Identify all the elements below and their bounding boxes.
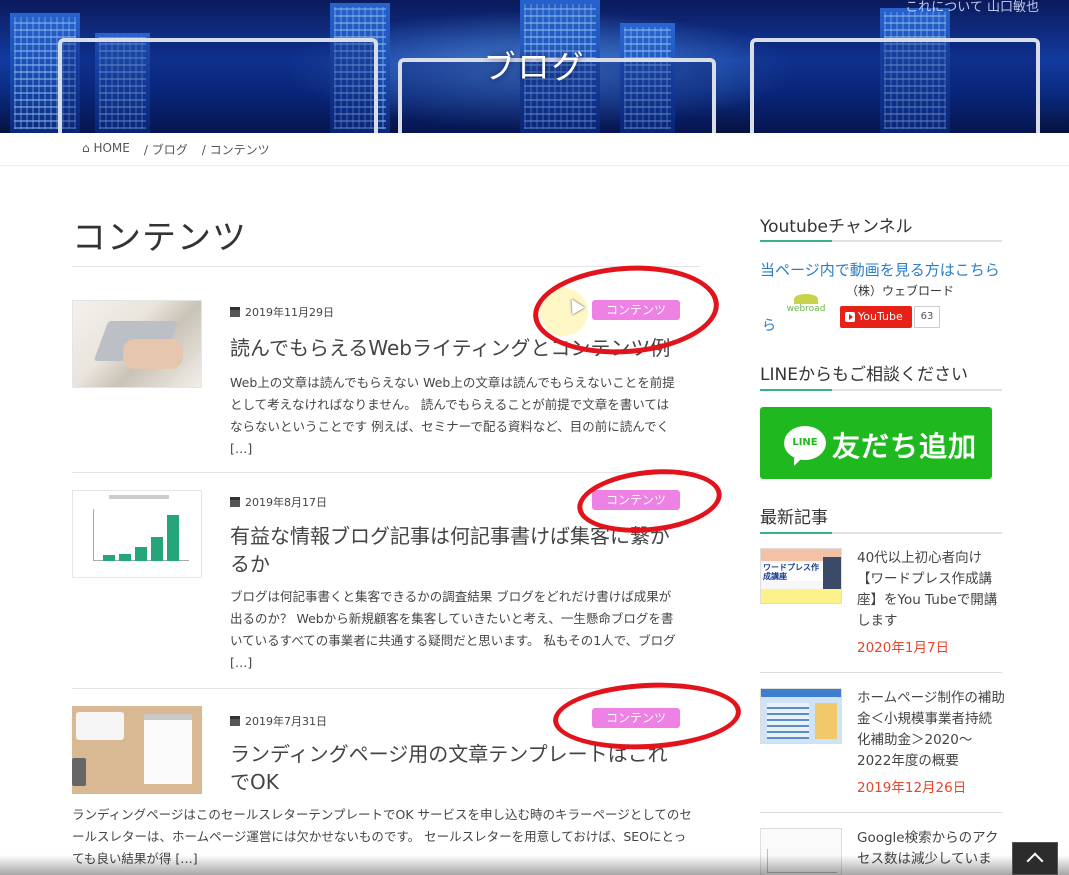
- breadcrumb-divider: [0, 165, 1069, 166]
- recent-post-thumbnail[interactable]: ワードプレス作成講座: [760, 548, 842, 604]
- post-thumbnail[interactable]: [72, 490, 202, 578]
- screen-bottom-shadow: [0, 855, 1069, 875]
- hero-title: ブログ: [483, 48, 586, 86]
- post-date-text: 2019年11月29日: [245, 306, 334, 319]
- page-title: コンテンツ: [72, 218, 247, 258]
- home-icon: ⌂: [82, 141, 90, 155]
- youtube-subscriber-count: 63: [914, 306, 940, 328]
- recent-post-thumbnail[interactable]: [760, 688, 842, 744]
- breadcrumb: ⌂ HOME / ブログ / コンテンツ: [82, 141, 270, 158]
- sidebar-heading-rule: [760, 389, 1002, 391]
- annotation-circle: [551, 678, 743, 754]
- youtube-page-link[interactable]: 当ページ内で動画を見る方はこちら: [760, 259, 1000, 280]
- breadcrumb-home[interactable]: ⌂ HOME: [82, 141, 130, 158]
- recent-divider: [760, 672, 1002, 673]
- line-icon: LINE: [784, 426, 826, 466]
- recent-post-item[interactable]: ワードプレス作成講座 40代以上初心者向け【ワードプレス作成講座】をYou Tu…: [760, 548, 1002, 668]
- chevron-up-icon: [1026, 852, 1044, 870]
- breadcrumb-blog[interactable]: / ブログ: [144, 141, 188, 158]
- calendar-icon: [230, 716, 240, 726]
- sidebar-heading-line: LINEからもご相談ください: [760, 365, 968, 385]
- recent-post-date: 2020年1月7日: [857, 640, 950, 656]
- sidebar-heading-rule: [760, 532, 1002, 534]
- post-divider: [72, 472, 700, 473]
- recent-divider: [760, 812, 1002, 813]
- recent-post-item[interactable]: ホームページ制作の補助金＜小規模事業者持続化補助金＞2020〜2022年度の概要…: [760, 688, 1005, 808]
- breadcrumb-current: / コンテンツ: [201, 143, 270, 157]
- sidebar-heading-rule: [760, 240, 1002, 242]
- youtube-play-icon: [845, 312, 855, 322]
- post-date: 2019年7月31日: [230, 713, 327, 729]
- post-excerpt: Web上の文章は読んでもらえない Web上の文章は読んでもらえないことを前提とし…: [230, 375, 675, 456]
- breadcrumb-home-label: HOME: [93, 141, 130, 155]
- post-excerpt: ブログは何記事書くと集客できるかの調査結果 ブログをどれだけ書けば成果が出るのか…: [230, 589, 676, 670]
- scroll-to-top-button[interactable]: [1012, 842, 1058, 875]
- recent-post-title[interactable]: ホームページ制作の補助金＜小規模事業者持続化補助金＞2020〜2022年度の概要: [857, 688, 1005, 772]
- recent-thumb-text: ワードプレス作成講座: [763, 563, 823, 581]
- webroad-logo: webroad: [780, 294, 832, 316]
- hero-corner-text: これについて 山口敏也: [905, 0, 1039, 15]
- post-thumbnail[interactable]: [72, 706, 202, 794]
- youtube-button-label: YouTube: [858, 310, 903, 323]
- recent-post-title[interactable]: 40代以上初心者向け【ワードプレス作成講座】をYou Tubeで開講します: [857, 548, 1005, 632]
- recent-post-date: 2019年12月26日: [857, 780, 967, 796]
- post-thumbnail[interactable]: [72, 300, 202, 388]
- company-name: （株）ウェブロード: [846, 284, 955, 298]
- sidebar-heading-youtube: Youtubeチャンネル: [760, 217, 913, 237]
- post-date: 2019年8月17日: [230, 494, 327, 510]
- post-date: 2019年11月29日: [230, 304, 334, 320]
- youtube-subscribe-button[interactable]: YouTube: [840, 306, 912, 328]
- line-add-friend-button[interactable]: LINE 友だち追加: [760, 407, 992, 479]
- calendar-icon: [230, 497, 240, 507]
- calendar-icon: [230, 307, 240, 317]
- sidebar-heading-recent: 最新記事: [760, 508, 828, 528]
- post-date-text: 2019年7月31日: [245, 715, 327, 728]
- youtube-page-link-tail[interactable]: ら: [762, 315, 776, 335]
- line-button-label: 友だち追加: [832, 430, 978, 463]
- title-divider: [72, 266, 700, 267]
- hero-banner: ブログ これについて 山口敏也: [0, 0, 1069, 133]
- post-date-text: 2019年8月17日: [245, 496, 327, 509]
